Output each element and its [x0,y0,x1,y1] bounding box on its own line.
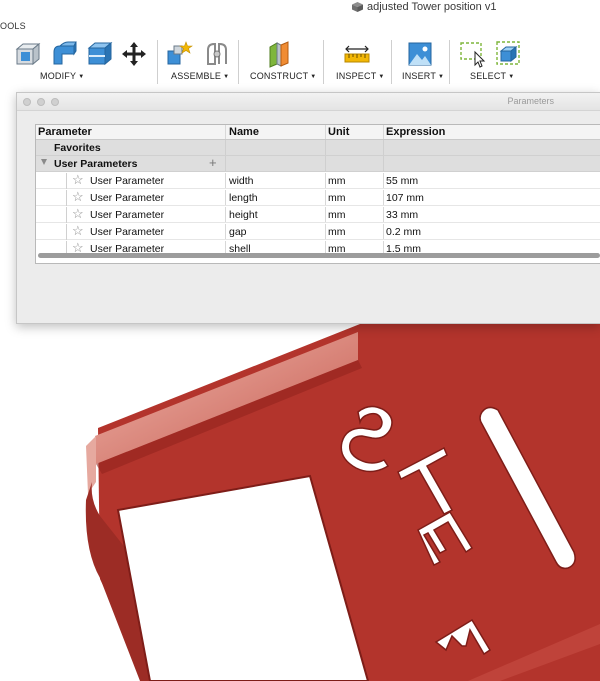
parameters-dialog: Parameters Parameter Name Unit Expressio… [16,92,600,324]
parameters-table: Parameter Name Unit Expression Favorites… [35,124,600,264]
insert-image-icon[interactable] [406,40,434,68]
modify-menu[interactable]: MODIFY ▼ [40,71,84,83]
joint-icon[interactable] [203,40,231,68]
select-menu[interactable]: SELECT ▼ [470,71,514,83]
shell-icon[interactable] [86,40,114,68]
offset-plane-icon[interactable] [265,40,293,68]
toolbar-divider [449,40,450,84]
dialog-titlebar: Parameters [17,93,600,111]
favorites-group-row[interactable]: Favorites [36,140,600,156]
col-header-expression[interactable]: Expression [386,126,445,138]
document-cube-icon [352,2,363,12]
expand-triangle-icon[interactable] [41,159,47,165]
param-name[interactable]: gap [229,226,247,238]
param-name[interactable]: height [229,209,258,221]
param-unit[interactable]: mm [328,192,346,204]
table-row[interactable]: ☆ User Parameter width mm 55 mm [36,173,600,189]
toolbar-divider [238,40,239,84]
document-title-text: adjusted Tower position v1 [367,1,497,13]
param-expression[interactable]: 107 mm [386,192,424,204]
zoom-window-button[interactable] [51,98,59,106]
user-parameters-label: User Parameters [54,158,138,170]
select-window-icon[interactable] [459,40,487,68]
favorites-label: Favorites [54,142,101,154]
user-parameters-group-row[interactable]: User Parameters + [36,155,600,172]
select-box-icon[interactable] [495,40,523,68]
favorite-star-icon[interactable]: ☆ [72,207,84,221]
toolbar-divider [157,40,158,84]
construct-menu[interactable]: CONSTRUCT ▼ [250,71,316,83]
fusion-window: adjusted Tower position v1 OOLS MODIFY▼ [0,0,600,681]
param-name[interactable]: length [229,192,258,204]
param-type: User Parameter [90,226,165,238]
col-header-unit[interactable]: Unit [328,126,349,138]
add-parameter-icon[interactable]: + [209,155,217,170]
favorite-star-icon[interactable]: ☆ [72,190,84,204]
param-expression[interactable]: 33 mm [386,209,418,221]
table-header: Parameter Name Unit Expression [36,125,600,140]
document-title: adjusted Tower position v1 [352,0,496,14]
close-window-button[interactable] [23,98,31,106]
table-row[interactable]: ☆ User Parameter gap mm 0.2 mm [36,224,600,240]
param-type: User Parameter [90,175,165,187]
new-component-icon[interactable] [166,40,194,68]
param-unit[interactable]: mm [328,226,346,238]
param-unit[interactable]: mm [328,175,346,187]
fillet-icon[interactable] [50,40,78,68]
insert-menu[interactable]: INSERT ▼ [402,71,444,83]
favorite-star-icon[interactable]: ☆ [72,173,84,187]
param-type: User Parameter [90,192,165,204]
table-row[interactable]: ☆ User Parameter length mm 107 mm [36,190,600,206]
measure-icon[interactable] [343,40,371,68]
dialog-title: Parameters [507,96,554,106]
toolbar: MODIFY ▼ ASSEMBLE ▼ CONSTRUCT ▼ INSPECT … [0,36,600,90]
param-unit[interactable]: mm [328,209,346,221]
tower-model [85,324,600,681]
3d-viewport[interactable] [0,324,600,681]
move-icon[interactable] [120,40,148,68]
col-header-name[interactable]: Name [229,126,259,138]
param-expression[interactable]: 55 mm [386,175,418,187]
press-pull-icon[interactable] [14,40,42,68]
col-header-parameter[interactable]: Parameter [38,126,92,138]
favorite-star-icon[interactable]: ☆ [72,224,84,238]
param-type: User Parameter [90,209,165,221]
minimize-window-button[interactable] [37,98,45,106]
inspect-menu[interactable]: INSPECT ▼ [336,71,385,83]
param-name[interactable]: width [229,175,254,187]
toolbar-divider [391,40,392,84]
horizontal-scrollbar[interactable] [38,253,600,258]
assemble-menu[interactable]: ASSEMBLE ▼ [171,71,229,83]
toolbar-divider [323,40,324,84]
tools-tab-label[interactable]: OOLS [0,21,26,31]
table-row[interactable]: ☆ User Parameter height mm 33 mm [36,207,600,223]
app-titlebar: adjusted Tower position v1 [0,0,600,16]
param-expression[interactable]: 0.2 mm [386,226,421,238]
